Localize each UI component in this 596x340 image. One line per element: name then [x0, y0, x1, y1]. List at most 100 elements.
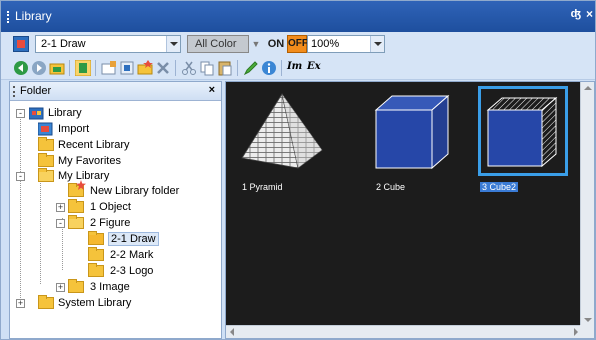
import-button[interactable]: Im: [287, 61, 305, 77]
tree-item-label: 1 Object: [90, 201, 131, 213]
open-folder-icon[interactable]: [49, 60, 65, 76]
all-color-button[interactable]: All Color: [187, 35, 249, 53]
toolbar-top: 2-1 Draw All Color ▼ ON OFF 100%: [1, 32, 595, 56]
thumbnail-label: 1 Pyramid: [242, 182, 283, 192]
toolbar-separator: [69, 60, 70, 76]
toolbar-separator: [237, 60, 238, 76]
delete-icon[interactable]: [155, 60, 171, 76]
on-button[interactable]: ON: [265, 35, 287, 53]
scroll-down-icon[interactable]: [584, 318, 592, 322]
expand-toggle[interactable]: +: [56, 203, 65, 212]
tree-item-2-1-draw[interactable]: 2-1 Draw: [88, 231, 208, 247]
folder-icon: [88, 263, 104, 277]
tree-item-import[interactable]: Import: [38, 122, 208, 137]
color-dropdown-icon[interactable]: ▼: [250, 35, 262, 53]
toolbar-bottom: Im Ex: [1, 56, 595, 80]
tree-item-label: My Favorites: [58, 155, 121, 167]
forward-arrow-icon[interactable]: [31, 60, 47, 76]
pin-icon[interactable]: ʤ: [571, 8, 581, 20]
tree-item-1-object[interactable]: + 1 Object: [56, 199, 218, 215]
toolbar-separator: [95, 60, 96, 76]
folder-tree: - Library Import Recent Library My Favor…: [10, 102, 221, 338]
tree-item-library[interactable]: - Library: [16, 106, 216, 121]
folder-panel-header: Folder ×: [10, 82, 221, 101]
library-new-icon[interactable]: [137, 60, 153, 76]
thumbnail-label: 2 Cube: [376, 182, 406, 192]
scroll-up-icon[interactable]: [584, 86, 592, 90]
folder-open-icon: [68, 215, 84, 229]
folder-select[interactable]: 2-1 Draw: [35, 35, 181, 53]
import-icon: [38, 122, 53, 136]
tree-item-label: 3 Image: [90, 281, 130, 293]
scrollbar-corner: [580, 325, 594, 338]
zoom-value: 100%: [311, 38, 340, 50]
folder-icon: [38, 153, 54, 167]
expand-toggle[interactable]: +: [16, 299, 25, 308]
folder-panel: Folder × - Library Import Recent Library…: [9, 81, 222, 339]
tree-item-my-favorites[interactable]: My Favorites: [38, 153, 208, 169]
library-edit-icon[interactable]: [119, 60, 135, 76]
pencil-icon[interactable]: [243, 60, 259, 76]
tree-item-2-3-logo[interactable]: 2-3 Logo: [88, 263, 208, 279]
paste-icon[interactable]: [217, 60, 233, 76]
tree-item-new-library-folder[interactable]: New Library folder: [68, 180, 218, 199]
tree-item-label: 2-2 Mark: [110, 249, 154, 261]
chevron-down-icon[interactable]: [166, 36, 180, 52]
tree-line: [20, 112, 21, 298]
chevron-down-icon[interactable]: [370, 36, 384, 52]
scroll-left-icon[interactable]: [230, 328, 234, 336]
folder-icon: [68, 199, 84, 213]
window-title: Library: [15, 9, 52, 23]
thumbnail-cube2[interactable]: [480, 88, 566, 174]
folder-icon: [88, 247, 104, 261]
tree-item-label: System Library: [58, 297, 132, 309]
tree-item-system-library[interactable]: + System Library: [16, 295, 208, 311]
tree-item-label: 2 Figure: [90, 217, 131, 229]
tree-item-3-image[interactable]: + 3 Image: [56, 279, 218, 295]
off-button[interactable]: OFF: [287, 35, 308, 53]
collapse-toggle[interactable]: -: [56, 219, 65, 228]
horizontal-scrollbar[interactable]: [226, 325, 582, 338]
info-icon[interactable]: [261, 60, 277, 76]
tree-item-label: 2-3 Logo: [110, 265, 154, 277]
tree-item-label: 2-1 Draw: [108, 232, 159, 246]
vertical-scrollbar[interactable]: [580, 82, 594, 326]
toolbar-separator: [175, 60, 176, 76]
drag-grip-icon[interactable]: [7, 11, 9, 23]
folder-select-value: 2-1 Draw: [41, 38, 86, 50]
collapse-toggle[interactable]: -: [16, 172, 25, 181]
tree-item-label: Library: [48, 107, 82, 119]
library-icon[interactable]: [13, 36, 29, 52]
view-icon[interactable]: [75, 60, 91, 76]
tree-item-2-2-mark[interactable]: 2-2 Mark: [88, 247, 208, 263]
folder-open-icon: [38, 168, 54, 182]
collapse-toggle[interactable]: -: [16, 109, 25, 118]
close-window-button[interactable]: ×: [586, 7, 593, 21]
folder-icon: [38, 137, 54, 151]
library-icon: [29, 107, 44, 120]
thumbnail-pyramid[interactable]: [238, 88, 324, 174]
tree-item-my-library[interactable]: - My Library: [16, 168, 206, 184]
export-button[interactable]: Ex: [307, 61, 325, 77]
cut-icon[interactable]: [181, 60, 197, 76]
tree-item-recent-library[interactable]: Recent Library: [38, 137, 208, 153]
thumbnail-cube[interactable]: [370, 88, 456, 174]
thumbnail-panel: 1 Pyramid 2 Cube 3 Cube2: [225, 81, 595, 339]
tree-item-label: Import: [58, 123, 90, 135]
folder-panel-title: Folder: [20, 85, 52, 97]
tree-line: [40, 172, 41, 284]
all-color-label: All Color: [195, 38, 237, 50]
folder-icon: [68, 279, 84, 293]
tree-item-label: New Library folder: [90, 185, 180, 197]
expand-toggle[interactable]: +: [56, 283, 65, 292]
back-arrow-icon[interactable]: [13, 60, 29, 76]
drag-grip-icon[interactable]: [13, 86, 15, 97]
close-panel-button[interactable]: ×: [209, 84, 215, 96]
star-badge-icon: [76, 180, 86, 190]
zoom-select[interactable]: 100%: [307, 35, 385, 53]
scroll-right-icon[interactable]: [574, 328, 578, 336]
copy-icon[interactable]: [199, 60, 215, 76]
library-add-icon[interactable]: [101, 60, 117, 76]
title-bar[interactable]: Library ʤ ×: [1, 1, 595, 32]
tree-item-2-figure[interactable]: - 2 Figure: [56, 215, 218, 231]
